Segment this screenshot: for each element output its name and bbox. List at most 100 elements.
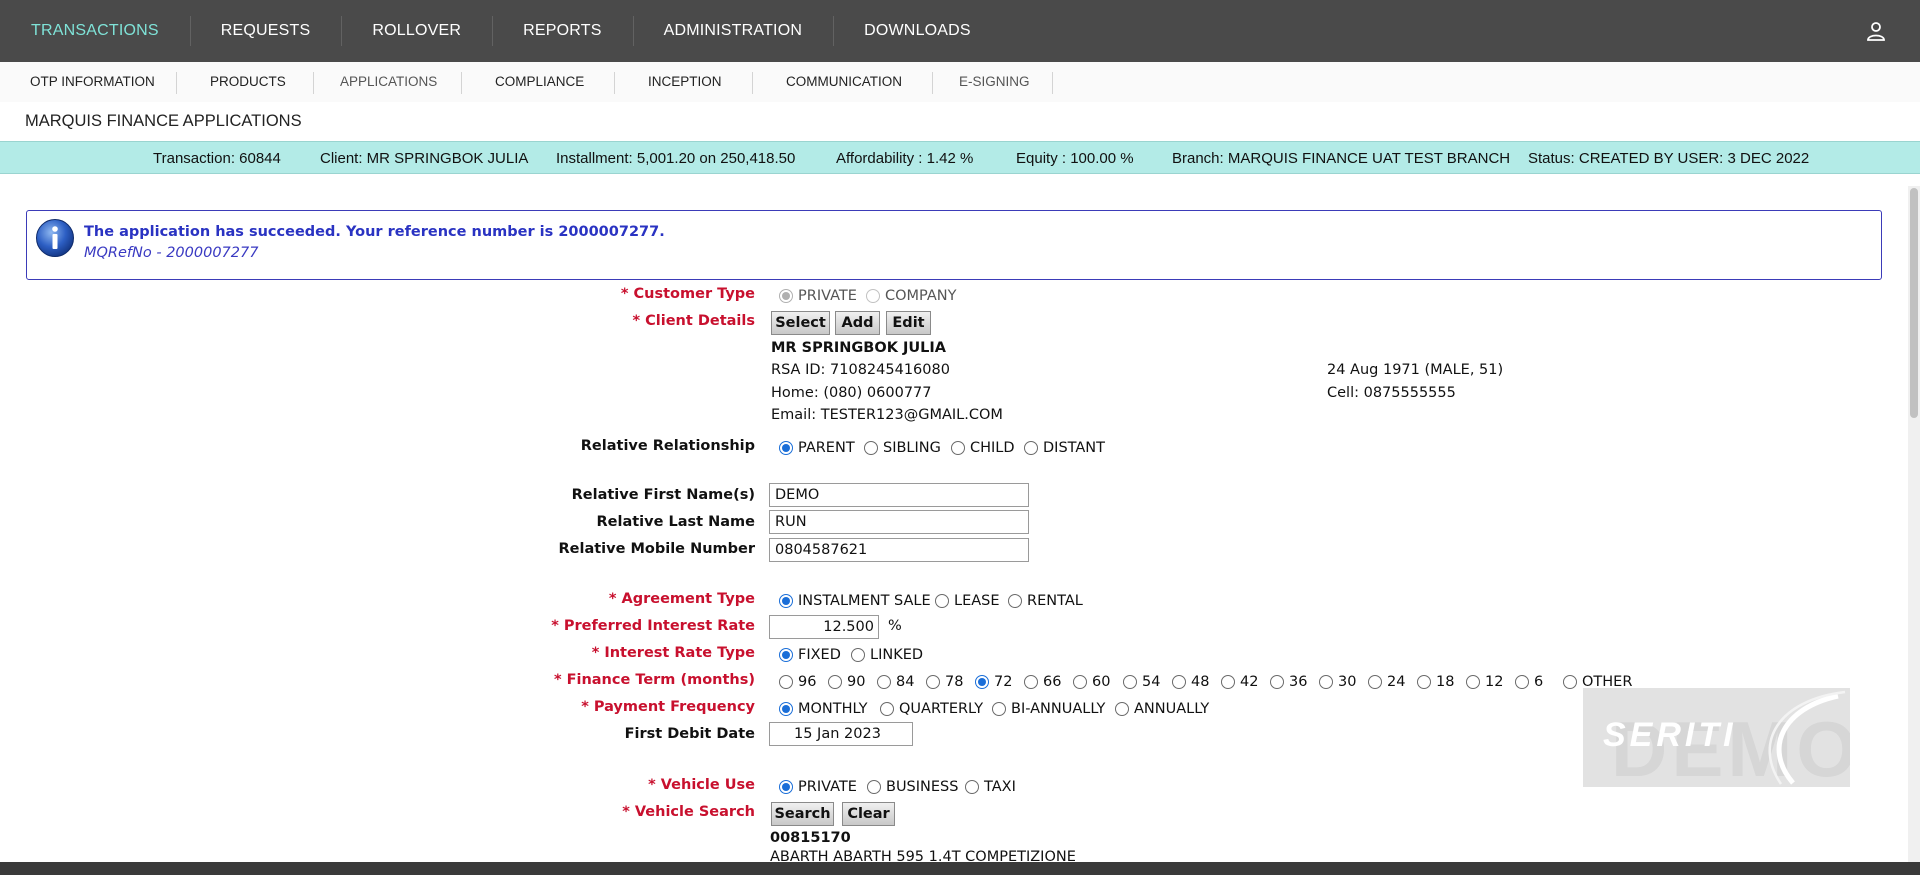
- relative-last-name-input[interactable]: RUN: [769, 510, 1029, 534]
- select-client-button[interactable]: Select: [771, 311, 830, 335]
- vehicle-use-business-radio[interactable]: BUSINESS: [867, 779, 958, 795]
- transaction-status-bar: Transaction: 60844 Client: MR SPRINGBOK …: [0, 141, 1920, 174]
- vertical-scrollbar[interactable]: [1908, 186, 1920, 865]
- relationship-distant-radio[interactable]: DISTANT: [1024, 440, 1105, 456]
- reference-number: MQRefNo - 2000007277: [84, 245, 259, 261]
- radio-control: [1270, 675, 1284, 689]
- vehicle-search-button[interactable]: Search: [771, 802, 834, 826]
- finance-term-66-radio[interactable]: 66: [1024, 674, 1061, 690]
- interest-linked-radio[interactable]: LINKED: [851, 647, 923, 663]
- nav-administration[interactable]: ADMINISTRATION: [632, 0, 834, 62]
- radio-label: MONTHLY: [798, 701, 868, 717]
- radio-label: 84: [896, 674, 915, 690]
- first-debit-date-input[interactable]: 15 Jan 2023: [769, 722, 913, 746]
- tab-communication[interactable]: COMMUNICATION: [786, 74, 902, 89]
- finance-term-18-radio[interactable]: 18: [1417, 674, 1454, 690]
- finance-term-78-radio[interactable]: 78: [926, 674, 963, 690]
- interest-fixed-radio[interactable]: FIXED: [779, 647, 841, 663]
- payment-bi-annually-radio[interactable]: BI-ANNUALLY: [992, 701, 1105, 717]
- vehicle-search-label: * Vehicle Search: [622, 804, 755, 820]
- relationship-parent-radio[interactable]: PARENT: [779, 440, 855, 456]
- finance-term-48-radio[interactable]: 48: [1172, 674, 1209, 690]
- radio-control: [779, 289, 793, 303]
- customer-type-label: * Customer Type: [620, 286, 755, 302]
- radio-label: 54: [1142, 674, 1161, 690]
- radio-control: [779, 675, 793, 689]
- finance-term-72-radio[interactable]: 72: [975, 674, 1012, 690]
- radio-label: 18: [1436, 674, 1455, 690]
- radio-label: CHILD: [970, 440, 1015, 456]
- radio-label: BUSINESS: [886, 779, 959, 795]
- client-name-value: MR SPRINGBOK JULIA: [771, 340, 946, 356]
- finance-term-36-radio[interactable]: 36: [1270, 674, 1307, 690]
- add-client-button[interactable]: Add: [835, 311, 880, 335]
- seriti-demo-watermark: DEMO SERITI: [1583, 688, 1850, 787]
- branch: Branch: MARQUIS FINANCE UAT TEST BRANCH: [1172, 150, 1511, 167]
- nav-downloads[interactable]: DOWNLOADS: [833, 0, 1002, 62]
- finance-term-60-radio[interactable]: 60: [1073, 674, 1110, 690]
- radio-label: ANNUALLY: [1134, 701, 1210, 717]
- radio-control: [1319, 675, 1333, 689]
- vehicle-clear-button[interactable]: Clear: [842, 802, 895, 826]
- finance-term-96-radio[interactable]: 96: [779, 674, 816, 690]
- radio-label: 12: [1485, 674, 1504, 690]
- radio-control: [864, 441, 878, 455]
- tab-otp-information[interactable]: OTP INFORMATION: [30, 74, 155, 89]
- payment-annually-radio[interactable]: ANNUALLY: [1115, 701, 1209, 717]
- radio-control: [779, 594, 793, 608]
- agreement-lease-radio[interactable]: LEASE: [935, 593, 1000, 609]
- agreement-rental-radio[interactable]: RENTAL: [1008, 593, 1083, 609]
- agreement-type-label: * Agreement Type: [608, 591, 755, 607]
- finance-term-84-radio[interactable]: 84: [877, 674, 914, 690]
- finance-term-90-radio[interactable]: 90: [828, 674, 865, 690]
- radio-label: FIXED: [798, 647, 841, 663]
- relative-mobile-input[interactable]: 0804587621: [769, 538, 1029, 562]
- client-rsa-id: RSA ID: 7108245416080: [771, 362, 950, 378]
- nav-rollover[interactable]: ROLLOVER: [341, 0, 492, 62]
- sub-navigation: OTP INFORMATION PRODUCTS APPLICATIONS CO…: [0, 62, 1920, 102]
- radio-control: [1123, 675, 1137, 689]
- agreement-instalment-sale-radio[interactable]: INSTALMENT SALE: [779, 593, 931, 609]
- interest-rate-input[interactable]: 12.500: [769, 615, 879, 639]
- radio-control: [1515, 675, 1529, 689]
- edit-client-button[interactable]: Edit: [886, 311, 931, 335]
- finance-term-42-radio[interactable]: 42: [1221, 674, 1258, 690]
- tab-products[interactable]: PRODUCTS: [210, 74, 286, 89]
- tab-e-signing[interactable]: E-SIGNING: [959, 74, 1030, 89]
- finance-term-30-radio[interactable]: 30: [1319, 674, 1356, 690]
- finance-term-12-radio[interactable]: 12: [1466, 674, 1503, 690]
- finance-term-6-radio[interactable]: 6: [1515, 674, 1543, 690]
- equity: Equity : 100.00 %: [1016, 150, 1134, 167]
- radio-label: 24: [1387, 674, 1406, 690]
- watermark-swoosh: [1768, 690, 1846, 785]
- nav-requests[interactable]: REQUESTS: [189, 0, 342, 62]
- scrollbar-thumb[interactable]: [1910, 188, 1918, 418]
- radio-label: 60: [1092, 674, 1111, 690]
- radio-label: RENTAL: [1027, 593, 1083, 609]
- finance-term-24-radio[interactable]: 24: [1368, 674, 1405, 690]
- radio-control: [1024, 675, 1038, 689]
- relationship-child-radio[interactable]: CHILD: [951, 440, 1015, 456]
- tab-inception[interactable]: INCEPTION: [648, 74, 722, 89]
- radio-label: 96: [798, 674, 817, 690]
- info-icon: [36, 219, 74, 257]
- radio-label: LINKED: [870, 647, 924, 663]
- customer-type-company-radio: COMPANY: [866, 288, 957, 304]
- radio-control: [877, 675, 891, 689]
- finance-term-54-radio[interactable]: 54: [1123, 674, 1160, 690]
- tab-applications[interactable]: APPLICATIONS: [340, 74, 437, 89]
- vehicle-use-private-radio[interactable]: PRIVATE: [779, 779, 857, 795]
- relative-first-name-input[interactable]: DEMO: [769, 483, 1029, 507]
- success-message-box: The application has succeeded. Your refe…: [26, 210, 1882, 280]
- nav-reports[interactable]: REPORTS: [492, 0, 632, 62]
- relationship-sibling-radio[interactable]: SIBLING: [864, 440, 941, 456]
- divider: [752, 72, 753, 94]
- relative-last-name-label: Relative Last Name: [596, 514, 756, 530]
- payment-monthly-radio[interactable]: MONTHLY: [779, 701, 868, 717]
- tab-compliance[interactable]: COMPLIANCE: [495, 74, 584, 89]
- payment-quarterly-radio[interactable]: QUARTERLY: [880, 701, 983, 717]
- user-icon[interactable]: [1866, 21, 1886, 41]
- relative-mobile-label: Relative Mobile Number: [558, 541, 755, 557]
- vehicle-use-taxi-radio[interactable]: TAXI: [965, 779, 1016, 795]
- nav-transactions[interactable]: TRANSACTIONS: [0, 0, 190, 62]
